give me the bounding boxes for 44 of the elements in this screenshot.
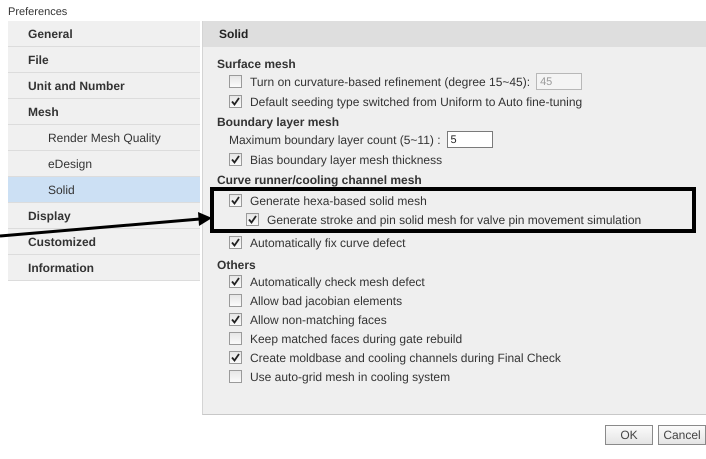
option-label: Create moldbase and cooling channels during Final Check — [250, 350, 561, 364]
checkbox[interactable] — [229, 294, 242, 307]
sidebar-item[interactable]: eDesign — [8, 151, 200, 177]
section-title: Others — [217, 257, 257, 272]
sidebar-item[interactable]: Display — [8, 203, 200, 229]
sidebar-item[interactable]: Customized — [8, 229, 200, 255]
checkbox[interactable] — [229, 153, 242, 166]
checkbox[interactable] — [229, 370, 242, 383]
window-title: Preferences — [7, 5, 68, 20]
option-label: Generate stroke and pin solid mesh for valve pin movement simulation — [267, 212, 642, 226]
checkbox[interactable] — [229, 236, 242, 249]
option-label: Keep matched faces during gate rebuild — [250, 332, 462, 346]
section-title: Boundary layer mesh — [217, 114, 340, 129]
option-label: Default seeding type switched from Uniform to Auto fine-tuning — [250, 94, 582, 108]
panel-header: Solid — [203, 21, 706, 47]
option-label: Turn on curvature-based refinement (degree 15~45): — [250, 74, 530, 88]
field-label: Maximum boundary layer count (5~11) : — [229, 132, 441, 146]
section-title: Curve runner/cooling channel mesh — [217, 172, 423, 187]
option-label: Bias boundary layer mesh thickness — [250, 152, 442, 166]
sidebar-item[interactable]: Solid — [8, 177, 200, 203]
sidebar-item[interactable]: Render Mesh Quality — [8, 125, 200, 151]
option-label: Allow non-matching faces — [250, 312, 387, 326]
sidebar-item[interactable]: Unit and Number — [8, 73, 200, 99]
option-label: Automatically fix curve defect — [250, 236, 406, 250]
section-title: Surface mesh — [217, 56, 297, 71]
option-label: Use auto-grid mesh in cooling system — [250, 370, 450, 384]
checkbox[interactable] — [229, 351, 242, 364]
ok-button[interactable]: OK — [605, 425, 653, 445]
number-field[interactable]: 5 — [446, 131, 493, 148]
option-label: Generate hexa-based solid mesh — [250, 194, 427, 208]
sidebar-item[interactable]: File — [8, 47, 200, 73]
checkbox[interactable] — [229, 332, 242, 345]
option-label: Automatically check mesh defect — [250, 274, 425, 288]
cancel-button[interactable]: Cancel — [658, 425, 706, 445]
sidebar-item[interactable]: Mesh — [8, 99, 200, 125]
checkbox[interactable] — [229, 275, 242, 288]
checkbox[interactable] — [229, 75, 242, 88]
checkbox[interactable] — [229, 95, 242, 108]
checkbox[interactable] — [229, 194, 242, 207]
sidebar-item[interactable]: General — [8, 21, 200, 47]
sidebar-item[interactable]: Information — [8, 255, 200, 281]
checkbox[interactable] — [229, 313, 242, 326]
checkbox[interactable] — [246, 213, 259, 226]
option-label: Allow bad jacobian elements — [250, 294, 402, 308]
